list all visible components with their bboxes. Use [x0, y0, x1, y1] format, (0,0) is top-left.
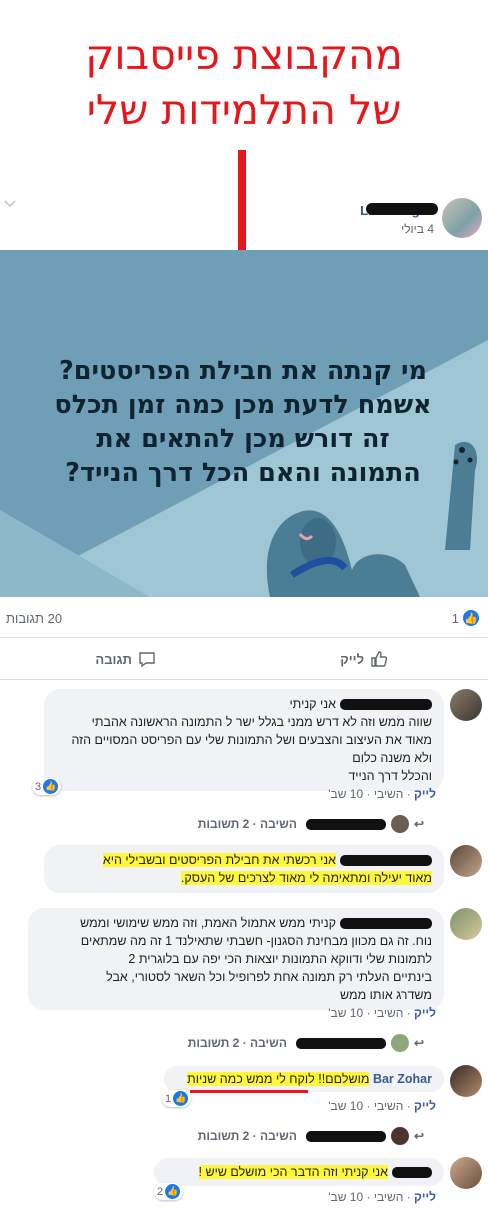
comment-meta: לייק · השיבי · 10 שב' — [328, 1099, 436, 1113]
reaction-count: 3 — [35, 780, 42, 793]
comments-count[interactable]: 20 תגובות — [6, 611, 62, 626]
comment-bubble: אני קניתי שווה ממש וזה לא דרש ממני בגלל … — [44, 689, 444, 791]
like-reaction-icon: 👍 — [462, 609, 480, 627]
view-replies[interactable]: ↩ השיבה · 2 תשובות — [198, 815, 424, 833]
replies-text: השיבה · 2 תשובות — [197, 817, 297, 831]
reply-avatar — [390, 1034, 409, 1052]
comment-text: אני רכשתי את חבילת הפריסטים ובשבילי היא — [102, 853, 336, 867]
like-reaction-icon: 👍 — [165, 1184, 181, 1199]
post-image[interactable]: מי קנתה את חבילת הפריסטים? אשמח לדעת מכן… — [0, 250, 488, 597]
divider — [0, 679, 488, 680]
commenter-avatar[interactable] — [450, 908, 482, 940]
comment-text: אני קניתי — [289, 697, 336, 711]
commenter-avatar[interactable] — [450, 1065, 482, 1097]
comment-time[interactable]: 10 שב' — [328, 787, 363, 801]
comment-button[interactable]: תגובה — [95, 650, 156, 668]
redaction-bar — [305, 818, 386, 830]
redaction-bar — [340, 918, 432, 930]
image-text-line: זה דורש מכן להתאים את — [96, 424, 390, 454]
comment-like-link[interactable]: לייק — [414, 1099, 436, 1113]
comment-like-link[interactable]: לייק — [414, 787, 436, 801]
commenter-avatar[interactable] — [450, 689, 482, 721]
comment-text: ולא משנה כלום — [352, 751, 432, 765]
redaction-bar — [295, 1037, 386, 1049]
replies-text: השיבה · 2 תשובות — [187, 1036, 287, 1050]
likes-count[interactable]: 1 👍 — [452, 609, 480, 627]
comment-text: משדרג אותו ממש — [340, 988, 432, 1002]
divider — [0, 637, 488, 638]
post-image-text: מי קנתה את חבילת הפריסטים? אשמח לדעת מכן… — [8, 354, 478, 490]
comment-button-label: תגובה — [95, 651, 132, 667]
comment-icon — [139, 652, 155, 668]
view-replies[interactable]: ↩ השיבה · 2 תשובות — [198, 1127, 424, 1145]
comment-text: נוח. זה גם מכוון מבחינת הסגנון- חשבתי שת… — [80, 934, 432, 948]
comment-text: לתמונות שלי ודווקא התמונות יוצאות הכי יפ… — [128, 952, 432, 966]
comment-reactions[interactable]: 2 👍 — [154, 1183, 184, 1200]
thumbs-up-icon — [371, 651, 388, 667]
comment-like-link[interactable]: לייק — [414, 1190, 436, 1204]
comment-reply-link[interactable]: השיבי — [374, 1099, 404, 1113]
annotation-underline — [190, 1090, 308, 1093]
reply-avatar — [390, 815, 409, 833]
commenter-avatar[interactable] — [450, 845, 482, 877]
like-reaction-icon: 👍 — [43, 779, 59, 794]
reply-avatar — [390, 1127, 409, 1145]
reaction-count: 2 — [157, 1185, 164, 1198]
like-button-label: לייק — [340, 651, 364, 667]
comment-reply-link[interactable]: השיבי — [374, 1190, 404, 1204]
commenter-name[interactable]: Bar Zohar — [373, 1072, 432, 1086]
comment-text: קניתי ממש אתמול האמת, וזה ממש שימושי וממ… — [80, 916, 336, 930]
replies-text: השיבה · 2 תשובות — [197, 1129, 297, 1143]
comment-meta: לייק · השיבי · 10 שב' — [328, 1006, 436, 1020]
like-reaction-icon: 👍 — [173, 1091, 189, 1106]
comment-text: והכלל דרך הנייד — [348, 769, 432, 783]
reply-arrow-icon: ↩ — [413, 1036, 424, 1050]
comment-time[interactable]: 10 שב' — [328, 1006, 363, 1020]
comment-reactions[interactable]: 3 👍 — [32, 778, 62, 795]
comment-reactions[interactable]: 1 👍 — [162, 1090, 192, 1107]
reply-arrow-icon: ↩ — [413, 1129, 424, 1143]
chevron-down-icon[interactable] — [4, 196, 16, 211]
comment-bubble: Bar Zohar מושלםם!! לוקח לי ממש כמה שניות — [164, 1066, 444, 1092]
commenter-avatar[interactable] — [450, 1157, 482, 1189]
redaction-bar — [366, 203, 438, 215]
comment-reply-link[interactable]: השיבי — [374, 787, 404, 801]
redaction-bar — [392, 1167, 432, 1179]
comment-like-link[interactable]: לייק — [414, 1006, 436, 1020]
comment-text: מאוד את העיצוב והצבעים ושל התמונות שלי ע… — [71, 733, 432, 747]
comment-bubble: אני רכשתי את חבילת הפריסטים ובשבילי היא … — [44, 845, 444, 893]
comment-time[interactable]: 10 שב' — [328, 1099, 363, 1113]
image-text-line: התמונה והאם הכל דרך הנייד? — [65, 458, 421, 488]
comment-meta: לייק · השיבי · 10 שב' — [328, 787, 436, 801]
comment-reply-link[interactable]: השיבי — [374, 1006, 404, 1020]
comment-bubble: קניתי ממש אתמול האמת, וזה ממש שימושי וממ… — [28, 908, 444, 1010]
comment-text: מאוד יעילה ומתאימה לי מאוד לצרכים של העס… — [180, 871, 432, 885]
comment-text: אני קניתי וזה הדבר הכי מושלם שיש ! — [198, 1165, 388, 1179]
redaction-bar — [305, 1130, 386, 1142]
post-date[interactable]: 4 ביולי — [401, 222, 434, 236]
view-replies[interactable]: ↩ השיבה · 2 תשובות — [188, 1034, 424, 1052]
comment-text: שווה ממש וזה לא דרש ממני בגלל ישר ל התמו… — [91, 715, 432, 729]
redaction-bar — [340, 699, 432, 711]
like-button[interactable]: לייק — [340, 650, 388, 668]
image-text-line: מי קנתה את חבילת הפריסטים? — [58, 356, 427, 386]
likes-number: 1 — [451, 610, 459, 626]
post-author-avatar[interactable] — [442, 198, 482, 238]
comment-text: מושלםם!! לוקח לי ממש כמה שניות — [187, 1072, 370, 1086]
comment-time[interactable]: 10 שב' — [328, 1190, 363, 1204]
comment-bubble: אני קניתי וזה הדבר הכי מושלם שיש ! — [154, 1158, 444, 1186]
redaction-bar — [340, 855, 432, 867]
reaction-count: 1 — [165, 1092, 172, 1105]
comment-text: בינתיים העלתי רק תמונה אחת לפרופיל וכל ה… — [106, 970, 432, 984]
comment-meta: לייק · השיבי · 10 שב' — [328, 1190, 436, 1204]
reply-arrow-icon: ↩ — [413, 817, 424, 831]
image-text-line: אשמח לדעת מכן כמה זמן תכלס — [54, 390, 432, 420]
